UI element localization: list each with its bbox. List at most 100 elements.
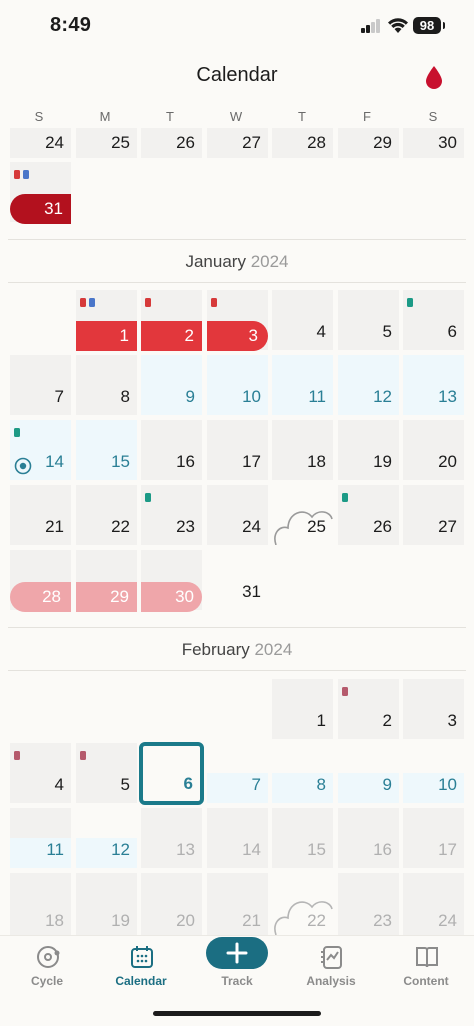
calendar-day[interactable]: 26 bbox=[141, 128, 202, 158]
calendar-day[interactable]: 17 bbox=[207, 420, 268, 480]
calendar-icon bbox=[131, 946, 153, 968]
period-day[interactable]: 1 bbox=[76, 321, 137, 351]
predicted-period-day[interactable]: 29 bbox=[76, 582, 137, 612]
calendar-day[interactable]: 21 bbox=[207, 873, 268, 935]
calendar-day[interactable]: 16 bbox=[338, 808, 399, 868]
calendar-day[interactable]: 4 bbox=[272, 290, 333, 350]
ovulation-icon bbox=[14, 457, 32, 475]
cellular-signal-icon bbox=[361, 18, 381, 33]
nav-label: Analysis bbox=[306, 974, 356, 988]
calendar-day[interactable]: 19 bbox=[76, 873, 137, 935]
calendar-day[interactable]: 22 bbox=[76, 485, 137, 545]
calendar-day[interactable]: 27 bbox=[207, 128, 268, 158]
wifi-icon bbox=[388, 18, 408, 33]
day-number: 8 bbox=[120, 387, 130, 406]
day-number: 7 bbox=[251, 775, 261, 794]
calendar-day[interactable]: 30 bbox=[403, 128, 464, 158]
calendar-day[interactable]: 8 bbox=[76, 355, 137, 415]
nav-analysis[interactable]: Analysis bbox=[291, 936, 371, 996]
calendar-day[interactable]: 17 bbox=[403, 808, 464, 868]
calendar-day[interactable]: 18 bbox=[10, 873, 71, 935]
log-marker bbox=[23, 170, 29, 179]
day-number: 12 bbox=[111, 840, 130, 859]
divider bbox=[8, 282, 466, 283]
period-day[interactable]: 2 bbox=[141, 321, 202, 351]
calendar-day[interactable]: 24 bbox=[10, 128, 71, 158]
month-year: 2024 bbox=[250, 252, 289, 271]
calendar-day[interactable]: 3 bbox=[403, 679, 464, 739]
fertile-day[interactable]: 13 bbox=[403, 355, 464, 415]
calendar-day[interactable]: 14 bbox=[207, 808, 268, 868]
day-number: 19 bbox=[111, 911, 130, 930]
day-number: 24 bbox=[242, 517, 261, 536]
fertile-day[interactable]: 9 bbox=[338, 773, 399, 803]
day-number: 10 bbox=[242, 387, 261, 406]
blood-drop-icon[interactable] bbox=[424, 64, 444, 90]
calendar-day[interactable]: 23 bbox=[141, 485, 202, 545]
calendar-day[interactable]: 25 bbox=[272, 485, 333, 545]
fertile-day[interactable]: 10 bbox=[403, 773, 464, 803]
ovulation-day[interactable]: 14 bbox=[10, 420, 71, 480]
calendar-day[interactable]: 13 bbox=[141, 808, 202, 868]
day-number: 2 bbox=[382, 711, 392, 730]
fertile-day[interactable]: 11 bbox=[10, 838, 71, 868]
book-icon bbox=[416, 947, 438, 968]
fertile-day[interactable]: 15 bbox=[76, 420, 137, 480]
calendar-day[interactable]: 24 bbox=[207, 485, 268, 545]
nav-content[interactable]: Content bbox=[386, 936, 466, 996]
predicted-marker bbox=[342, 687, 348, 696]
period-day[interactable]: 31 bbox=[10, 194, 71, 224]
day-number: 4 bbox=[54, 775, 64, 794]
calendar-day[interactable]: 5 bbox=[76, 743, 137, 803]
fertile-day[interactable]: 11 bbox=[272, 355, 333, 415]
calendar-day[interactable]: 27 bbox=[403, 485, 464, 545]
calendar-day[interactable]: 4 bbox=[10, 743, 71, 803]
fertile-day[interactable]: 10 bbox=[207, 355, 268, 415]
weekday-label: T bbox=[298, 109, 306, 124]
day-number: 8 bbox=[316, 775, 326, 794]
nav-calendar[interactable]: Calendar bbox=[101, 936, 181, 996]
calendar-day[interactable]: 20 bbox=[141, 873, 202, 935]
fertile-day[interactable]: 12 bbox=[338, 355, 399, 415]
fertile-day[interactable]: 8 bbox=[272, 773, 333, 803]
fertile-day[interactable]: 9 bbox=[141, 355, 202, 415]
calendar-day[interactable]: 16 bbox=[141, 420, 202, 480]
day-number: 28 bbox=[42, 587, 61, 606]
calendar-day[interactable]: 26 bbox=[338, 485, 399, 545]
calendar-day[interactable]: 18 bbox=[272, 420, 333, 480]
calendar-day[interactable]: 22 bbox=[272, 873, 333, 935]
day-number: 1 bbox=[119, 326, 129, 345]
calendar-day[interactable]: 15 bbox=[272, 808, 333, 868]
nav-label: Track bbox=[221, 974, 253, 988]
calendar-day[interactable]: 24 bbox=[403, 873, 464, 935]
weekday-label: M bbox=[99, 109, 111, 124]
day-number: 1 bbox=[316, 711, 326, 730]
calendar-day[interactable]: 21 bbox=[10, 485, 71, 545]
track-button[interactable] bbox=[206, 937, 268, 969]
calendar-day[interactable]: 31 bbox=[207, 550, 268, 610]
fertile-day[interactable]: 12 bbox=[76, 838, 137, 868]
fertile-day[interactable]: 7 bbox=[207, 773, 268, 803]
calendar-day[interactable]: 28 bbox=[272, 128, 333, 158]
predicted-period-day[interactable]: 30 bbox=[141, 582, 202, 612]
calendar-day[interactable]: 23 bbox=[338, 873, 399, 935]
calendar-day[interactable]: 25 bbox=[76, 128, 137, 158]
period-day[interactable]: 3 bbox=[207, 321, 268, 351]
calendar-day[interactable]: 7 bbox=[10, 355, 71, 415]
day-number: 5 bbox=[120, 775, 130, 794]
day-number: 16 bbox=[176, 452, 195, 471]
calendar-day[interactable]: 6 bbox=[403, 290, 464, 350]
day-number: 3 bbox=[447, 711, 457, 730]
calendar-day[interactable]: 2 bbox=[338, 679, 399, 739]
calendar-day[interactable]: 20 bbox=[403, 420, 464, 480]
predicted-period-day[interactable]: 28 bbox=[10, 582, 71, 612]
month-title: January 2024 bbox=[0, 252, 474, 272]
calendar-day[interactable]: 19 bbox=[338, 420, 399, 480]
calendar-day[interactable]: 5 bbox=[338, 290, 399, 350]
home-indicator bbox=[153, 1011, 321, 1016]
calendar-day[interactable]: 29 bbox=[338, 128, 399, 158]
day-number: 14 bbox=[45, 452, 64, 471]
day-number: 26 bbox=[373, 517, 392, 536]
nav-cycle[interactable]: Cycle bbox=[7, 936, 87, 996]
calendar-day[interactable]: 1 bbox=[272, 679, 333, 739]
